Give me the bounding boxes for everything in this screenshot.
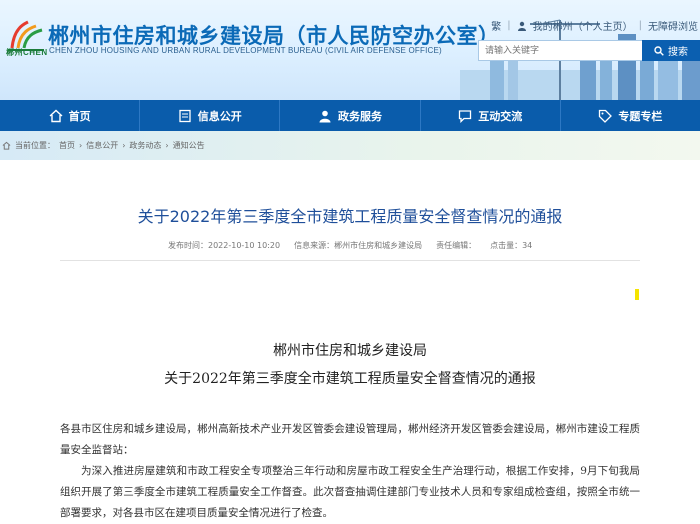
top-links: 繁 | 我的郴州（个人主页） | 无障碍浏览 xyxy=(491,18,698,33)
user-icon xyxy=(517,21,526,31)
highlight-marker xyxy=(635,289,639,300)
traditional-chinese-link[interactable]: 繁 xyxy=(491,18,501,33)
nav-label-special-topics: 专题专栏 xyxy=(618,109,663,123)
chat-icon xyxy=(459,109,472,123)
breadcrumb-prefix: 当前位置： xyxy=(15,141,55,150)
breadcrumb-bar: 当前位置： 首页 › 信息公开 › 政务动态 › 通知公告 xyxy=(0,131,700,160)
nav-item-special-topics[interactable]: 专题专栏 xyxy=(561,100,700,131)
breadcrumb-notices[interactable]: 通知公告 xyxy=(173,140,205,151)
breadcrumb-separator: › xyxy=(79,141,83,150)
search-icon xyxy=(654,45,664,56)
breadcrumb-gov-news[interactable]: 政务动态 xyxy=(129,140,161,151)
breadcrumb-separator: › xyxy=(165,141,169,150)
breadcrumb: 当前位置： 首页 › 信息公开 › 政务动态 › 通知公告 xyxy=(2,140,205,151)
search-button-label: 搜索 xyxy=(668,47,688,58)
search-input[interactable] xyxy=(478,40,642,61)
article-paragraph: 为深入推进房屋建筑和市政工程安全专项整治三年行动和房屋市政工程安全生产治理行动，… xyxy=(60,465,640,519)
nav-label-gov-services: 政务服务 xyxy=(338,109,382,123)
accessibility-link[interactable]: 无障碍浏览 xyxy=(648,18,698,33)
document-issuer: 郴州市住房和城乡建设局 xyxy=(273,343,427,359)
click-count: 点击量：34 xyxy=(490,241,533,250)
nav-item-info-disclosure[interactable]: 信息公开 xyxy=(140,100,281,131)
breadcrumb-separator: › xyxy=(122,141,126,150)
article-meta: 发布时间：2022-10-10 10:20 信息来源：郴州市住房和城乡建设局 责… xyxy=(168,240,532,251)
home-icon xyxy=(2,141,11,150)
user-icon xyxy=(319,110,331,122)
personal-homepage-link[interactable]: 我的郴州（个人主页） xyxy=(533,18,633,33)
home-icon xyxy=(49,109,63,122)
nav-item-gov-services[interactable]: 政务服务 xyxy=(280,100,421,131)
nav-item-interaction[interactable]: 互动交流 xyxy=(421,100,561,131)
search-button[interactable]: 搜索 xyxy=(642,40,700,61)
tag-icon xyxy=(599,109,613,123)
breadcrumb-home[interactable]: 首页 xyxy=(59,140,75,151)
nav-label-interaction: 互动交流 xyxy=(478,109,523,123)
document-title: 关于2022年第三季度全市建筑工程质量安全督查情况的通报 xyxy=(164,371,536,387)
breadcrumb-info-disclosure[interactable]: 信息公开 xyxy=(86,140,118,151)
nav-label-home: 首页 xyxy=(68,109,91,123)
main-nav: 首页 信息公开 政务服务 互动交流 专题专栏 xyxy=(0,100,700,131)
logo-text: 郴州CHEN xyxy=(6,48,48,57)
site-header: 郴州CHEN 郴州市住房和城乡建设局（市人民防空办公室） CHEN ZHOU H… xyxy=(0,0,700,100)
info-icon xyxy=(179,109,191,122)
article-title: 关于2022年第三季度全市建筑工程质量安全督查情况的通报 xyxy=(137,207,563,226)
nav-label-info-disclosure: 信息公开 xyxy=(197,109,242,123)
article-paragraph: 各县市区住房和城乡建设局，郴州高新技术产业开发区管委会建设管理局，郴州经济开发区… xyxy=(60,423,640,456)
info-source: 信息来源：郴州市住房和城乡建设局 xyxy=(294,241,423,250)
publish-time: 发布时间：2022-10-10 10:20 xyxy=(168,241,281,250)
search-box: 搜索 xyxy=(478,40,700,61)
site-subtitle: CHEN ZHOU HOUSING AND URBAN RURAL DEVELO… xyxy=(49,46,442,55)
meta-divider xyxy=(60,260,640,261)
responsible-editor: 责任编辑： xyxy=(436,241,477,250)
nav-item-home[interactable]: 首页 xyxy=(0,100,141,131)
